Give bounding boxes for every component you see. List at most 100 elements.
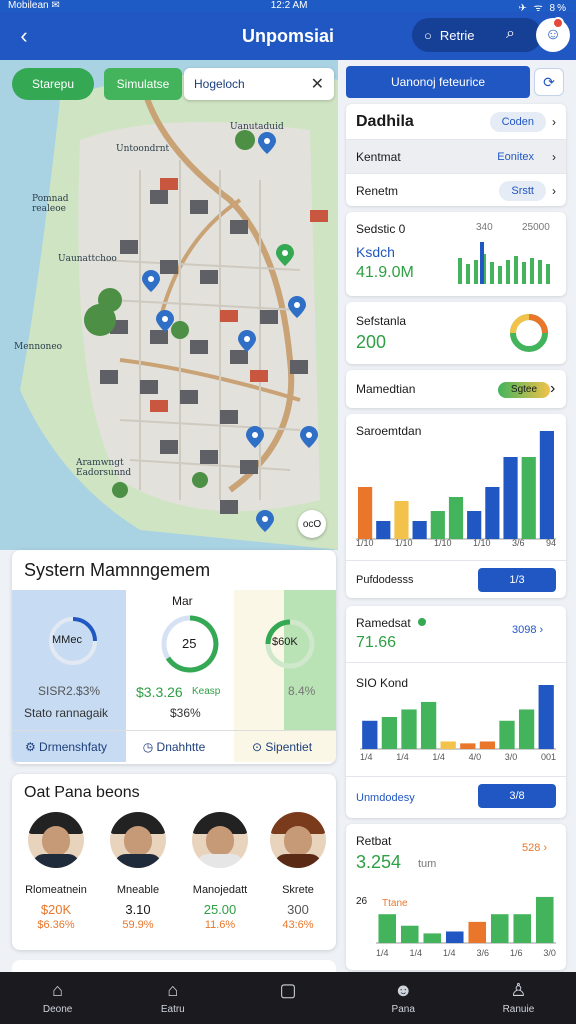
- details-row[interactable]: Renetm Srstt ›: [346, 174, 566, 208]
- system-management-card: Systern Mamnngemem Mar MMec 25 $60K SISR…: [12, 550, 336, 764]
- people-card: Oat Pana beons Rlomeatnein $20K $6.36% M…: [12, 774, 336, 950]
- location-pin-icon[interactable]: [156, 310, 174, 332]
- chart-bar: [479, 741, 496, 749]
- chevron-right-icon: ›: [552, 184, 556, 198]
- value-b: $3.3.26: [136, 684, 183, 700]
- x-tick-label: 3/6: [476, 948, 489, 958]
- map-search-input[interactable]: Hogeloch ✕: [184, 68, 334, 100]
- maintenance-pill: Sgtee: [498, 382, 550, 398]
- row-pill: Srstt: [499, 181, 546, 201]
- settings-icon: ⚙: [24, 739, 40, 754]
- x-tick-label: 3/0: [543, 948, 556, 958]
- search-icon[interactable]: ⌕: [506, 25, 515, 43]
- nav-item-people[interactable]: ☻ Pana: [346, 972, 461, 1024]
- person-item[interactable]: Manojedatt 25.00 11.6%: [180, 812, 260, 931]
- refresh-icon[interactable]: ⟳: [534, 68, 564, 96]
- chart-bar: [503, 457, 518, 539]
- footer-tab-label: Sipentiet: [265, 739, 313, 754]
- location-pin-icon[interactable]: [238, 330, 256, 352]
- sales-axis-b: 25000: [522, 222, 550, 233]
- location-pin-icon[interactable]: [256, 510, 274, 532]
- location-pin-icon[interactable]: [142, 270, 160, 292]
- details-card: Dadhila Coden › Kentmat Eonitex › Renetm…: [346, 104, 566, 206]
- location-pin-icon[interactable]: [288, 296, 306, 318]
- safety-card: Sefstanla 200: [346, 302, 566, 364]
- nav-item-center[interactable]: ▢: [230, 972, 345, 1024]
- map-label: Uaunattchoo: [58, 254, 117, 264]
- people-icon: ☻: [393, 980, 413, 1000]
- chart-action-button[interactable]: 1/3: [478, 568, 556, 592]
- chart-bar: [430, 511, 445, 539]
- nav-item-home[interactable]: ⌂ Deone: [0, 972, 115, 1024]
- maintenance-card[interactable]: Mamedtian Sgtee ›: [346, 370, 566, 408]
- footer-tab-label: Drmenshfaty: [39, 739, 108, 754]
- person-percent: 59.9%: [122, 919, 154, 931]
- location-pin-icon[interactable]: [300, 426, 318, 448]
- chevron-right-icon: ›: [552, 149, 556, 164]
- footer-tab-label: Dnahhtte: [156, 739, 206, 754]
- person-name: Rlomeatnein: [25, 884, 87, 896]
- nav-item-explore[interactable]: ⌂ Eatru: [115, 972, 230, 1024]
- gauge-a-value: MMec: [52, 634, 82, 646]
- value-a: SISR2.$3%: [38, 684, 101, 698]
- chart-footer: Pufdodesss: [356, 574, 414, 586]
- retail-link-label: 528: [522, 842, 541, 854]
- x-tick-label: 94: [545, 538, 556, 548]
- person-value: 3.10: [125, 902, 151, 917]
- clock: 12:2 AM: [270, 0, 308, 11]
- x-axis: 1/10 1/10 1/10 1/10 3/6 94: [356, 538, 556, 548]
- person-item[interactable]: Rlomeatnein $20K $6.36%: [16, 812, 96, 931]
- safety-value: 200: [356, 332, 387, 352]
- x-tick-label: 1/4: [376, 948, 389, 958]
- demand-label: Ramedsat: [356, 616, 411, 630]
- retail-link[interactable]: 528 ›: [522, 842, 547, 854]
- bottom-nav: ⌂ Deone ⌂ Eatru ▢ ☻ Pana ♙ Ranuie: [0, 972, 576, 1024]
- status-dot: [418, 618, 426, 626]
- x-tick-label: 1/4: [442, 948, 456, 958]
- maintenance-label: Mamedtian: [356, 382, 416, 396]
- bar-chart-card: Saroemtdan 1/10 1/10 1/10 1/10 3/6 94 Pu…: [346, 414, 566, 598]
- nav-item-profile[interactable]: ♙ Ranuie: [461, 972, 576, 1024]
- manage-feature-button[interactable]: Uanonoj feteurice: [346, 66, 530, 98]
- map-filter-button[interactable]: Starepu: [12, 68, 94, 100]
- notification-dot: [552, 17, 564, 29]
- chart-bar: [467, 511, 482, 539]
- status-icons: ✈ ᯤ 8%: [518, 3, 568, 14]
- home-icon: ⌂: [52, 980, 64, 1000]
- nav-label: Deone: [42, 1004, 73, 1015]
- chart-action-button[interactable]: 3/8: [478, 784, 556, 808]
- map-label: Uanutaduid: [230, 122, 284, 132]
- details-row[interactable]: Kentmat Eonitex ›: [346, 140, 566, 174]
- details-row[interactable]: Dadhila Coden ›: [346, 104, 566, 140]
- location-pin-icon[interactable]: [276, 244, 294, 266]
- avatar: [110, 812, 166, 868]
- person-item[interactable]: Mneable 3.10 59.9%: [98, 812, 178, 931]
- header-pill[interactable]: ○ Retrie: [412, 18, 542, 52]
- chart-bar: [381, 717, 398, 749]
- x-tick-label: 1/10: [473, 538, 491, 548]
- location-pin-icon[interactable]: [246, 426, 264, 448]
- sales-axis-a: 340: [476, 222, 493, 233]
- close-icon[interactable]: ✕: [311, 74, 324, 94]
- demand-link-label: 3098: [512, 624, 537, 636]
- nav-label: Pana: [391, 1004, 415, 1015]
- footer-tab[interactable]: ⊙ Sipentiet: [228, 740, 336, 754]
- map-badge[interactable]: ocO: [298, 510, 326, 538]
- retail-card: Retbat 528 › 3.254 tum 26 Ttane 1/4 1/4 …: [346, 824, 566, 970]
- demand-link[interactable]: 3098 ›: [512, 624, 543, 636]
- simulate-button[interactable]: Simulatse: [104, 68, 182, 100]
- location-pin-icon[interactable]: [258, 132, 276, 154]
- map-view[interactable]: Uanutaduid Untoondrnt Pomnad realeoe Uau…: [0, 60, 338, 550]
- person-item[interactable]: Skrete 300 43:6%: [258, 812, 338, 931]
- y-tick-label: 26: [356, 896, 368, 907]
- sales-sparkline: [458, 242, 550, 284]
- footer-tab[interactable]: ⚙ Drmenshfaty: [12, 740, 120, 754]
- row-label: Renetm: [356, 184, 399, 198]
- sales-label: Sedstic 0: [356, 222, 406, 236]
- map-label: Aramwngt Eadorsunnd: [76, 458, 132, 478]
- footer-tab[interactable]: ◷ Dnahhtte: [120, 740, 228, 754]
- back-arrow-icon[interactable]: ‹: [0, 23, 48, 49]
- status-bar: Mobilean ✉ 12:2 AM ✈ ᯤ 8%: [0, 0, 576, 14]
- card-footer: ⚙ Drmenshfaty ◷ Dnahhtte ⊙ Sipentiet: [12, 730, 336, 762]
- x-tick-label: 4/0: [468, 752, 482, 762]
